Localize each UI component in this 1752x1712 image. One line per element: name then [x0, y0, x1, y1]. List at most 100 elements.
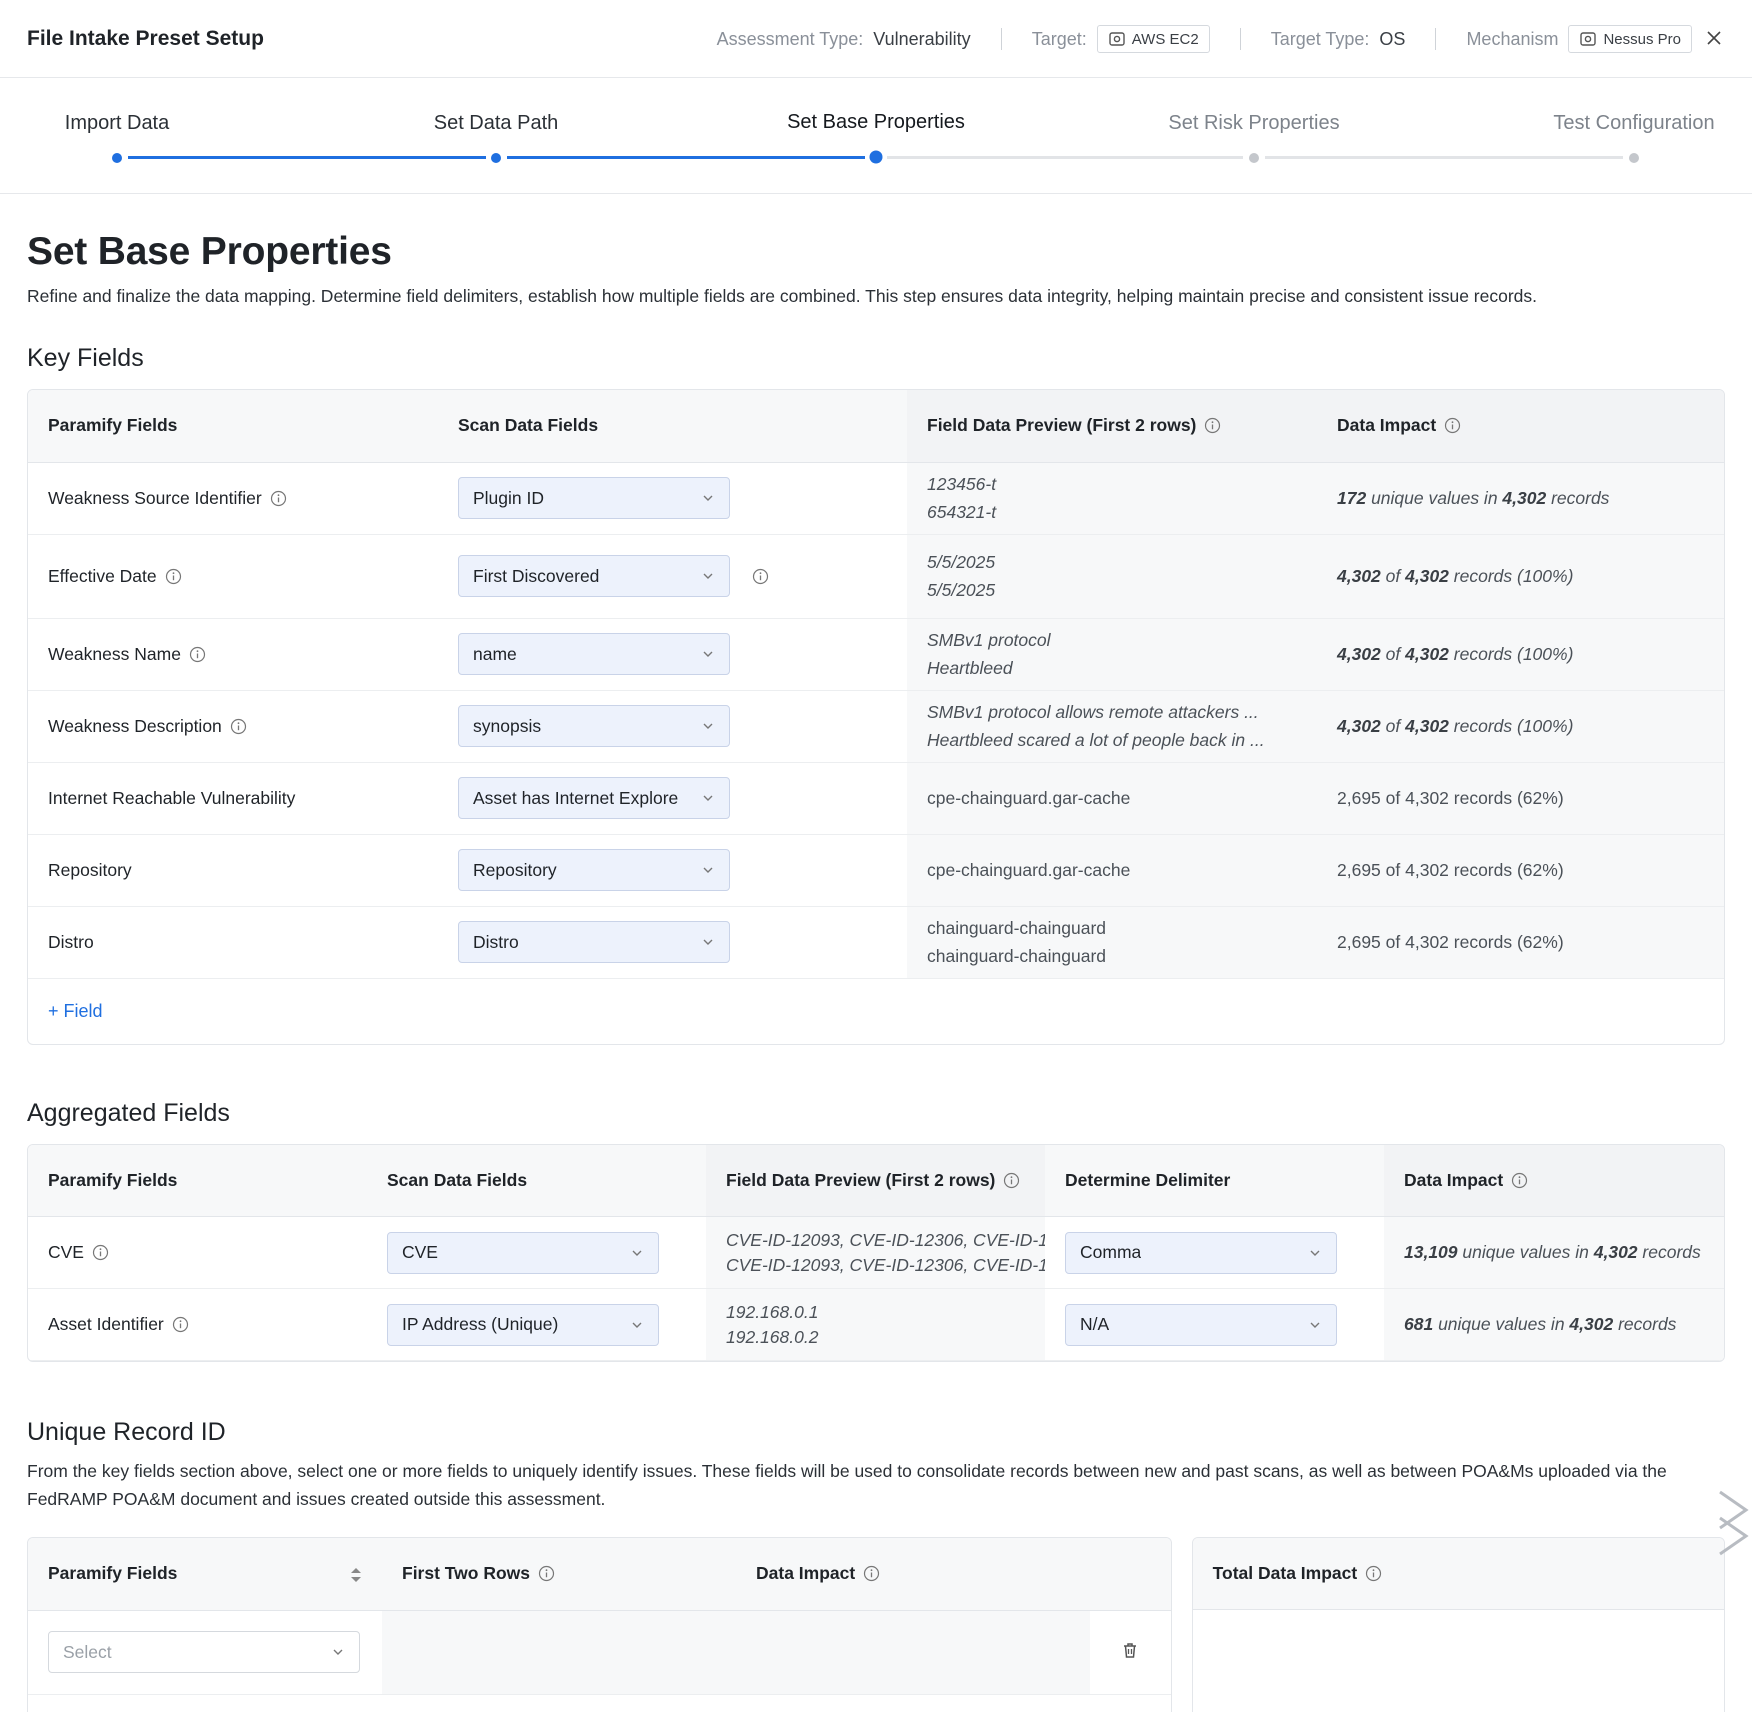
info-icon[interactable]: [1444, 417, 1461, 434]
sort-icon[interactable]: [350, 1566, 362, 1584]
assessment-type-value: Vulnerability: [873, 28, 971, 49]
paramify-field-cell: Weakness Description: [28, 690, 438, 763]
close-button[interactable]: [1700, 24, 1728, 52]
field-name: Asset Identifier: [48, 1314, 164, 1334]
delimiter-select[interactable]: N/A: [1065, 1303, 1337, 1346]
info-icon[interactable]: [189, 646, 206, 663]
info-icon[interactable]: [752, 568, 769, 585]
preview-line: SMBv1 protocol allows remote attackers .…: [927, 702, 1259, 722]
table-row: Internet Reachable Vulnerability Asset h…: [28, 762, 1724, 835]
key-fields-title: Key Fields: [27, 344, 144, 372]
preview-line: cpe-chainguard.gar-cache: [927, 860, 1131, 880]
scan-field-select[interactable]: Repository: [458, 849, 730, 891]
scan-field-select[interactable]: CVE: [387, 1231, 659, 1274]
scan-field-select[interactable]: Distro: [458, 921, 730, 963]
add-field-button[interactable]: + Field: [28, 979, 1724, 1044]
column-header: Data Impact: [1317, 390, 1724, 463]
main-content: Set Base Properties Refine and finalize …: [0, 230, 1752, 1712]
field-name: CVE: [48, 1242, 84, 1262]
scan-field-select[interactable]: Plugin ID: [458, 477, 730, 519]
data-impact-text: 2,695 of 4,302 records (62%): [1337, 787, 1564, 808]
info-icon[interactable]: [165, 568, 182, 585]
data-impact-text: 681 unique values in 4,302 records: [1404, 1314, 1677, 1334]
scan-field-select[interactable]: name: [458, 633, 730, 675]
data-impact-text: 2,695 of 4,302 records (62%): [1337, 859, 1564, 880]
step-import-data[interactable]: Import Data: [65, 112, 169, 135]
info-icon[interactable]: [538, 1565, 555, 1582]
divider: [1000, 28, 1002, 50]
column-header: Scan Data Fields: [438, 390, 907, 463]
column-header: Paramify Fields: [28, 1144, 367, 1217]
chevron-down-icon: [632, 1322, 642, 1328]
preview-line: 5/5/2025: [927, 552, 996, 572]
preview-cell: 5/5/2025 5/5/2025: [907, 534, 1317, 619]
info-icon[interactable]: [92, 1244, 109, 1261]
preview-cell: cpe-chainguard.gar-cache: [907, 762, 1317, 835]
preview-cell: CVE-ID-12093, CVE-ID-12306, CVE-ID-120 CV…: [706, 1216, 1045, 1289]
info-icon[interactable]: [230, 718, 247, 735]
info-icon[interactable]: [1511, 1172, 1528, 1189]
field-name: Weakness Description: [48, 715, 222, 736]
scan-field-select[interactable]: Asset has Internet Explore: [458, 777, 730, 819]
chevron-down-icon: [703, 939, 713, 945]
step-set-risk-properties[interactable]: Set Risk Properties: [1168, 112, 1339, 135]
aggregated-fields-table: Paramify Fields Scan Data Fields Field D…: [27, 1143, 1725, 1362]
preview-cell: chainguard-chainguard chainguard-chaingua…: [907, 906, 1317, 979]
field-name: Internet Reachable Vulnerability: [48, 787, 296, 808]
data-impact-cell: 172 unique values in 4,302 records: [1317, 462, 1724, 535]
data-impact-text: 4,302 of 4,302 records (100%): [1337, 715, 1574, 736]
scan-field-select[interactable]: First Discovered: [458, 555, 730, 597]
preview-line: Heartbleed scared a lot of people back i…: [927, 730, 1265, 750]
field-name: Weakness Name: [48, 643, 181, 664]
paramify-field-cell: Weakness Name: [28, 618, 438, 691]
scan-field-cell: Plugin ID: [438, 462, 907, 535]
data-impact-cell: 681 unique values in 4,302 records: [1384, 1288, 1724, 1361]
chevron-down-icon: [1310, 1322, 1320, 1328]
column-header: [1090, 1538, 1171, 1611]
field-name: Distro: [48, 931, 94, 952]
data-impact-text: 4,302 of 4,302 records (100%): [1337, 643, 1574, 664]
info-icon[interactable]: [172, 1316, 189, 1333]
data-impact-cell: 13,109 unique values in 4,302 records: [1384, 1216, 1724, 1289]
preview-line: 192.168.0.2: [726, 1326, 819, 1347]
scan-field-cell: First Discovered: [438, 534, 907, 619]
step-test-configuration[interactable]: Test Configuration: [1553, 112, 1714, 135]
trash-icon[interactable]: [1120, 1640, 1140, 1660]
preview-line: Heartbleed: [927, 658, 1013, 678]
paramify-field-cell: Effective Date: [28, 534, 438, 619]
preview-line: 5/5/2025: [927, 580, 996, 600]
chevron-down-icon: [703, 495, 713, 501]
info-icon[interactable]: [1365, 1565, 1382, 1582]
info-icon[interactable]: [863, 1565, 880, 1582]
stepper: Import Data Set Data Path Set Base Prope…: [0, 78, 1752, 194]
paramify-field-select[interactable]: Select: [48, 1631, 360, 1673]
info-icon[interactable]: [270, 490, 287, 507]
scan-field-cell: IP Address (Unique): [367, 1288, 706, 1361]
info-icon[interactable]: [1003, 1172, 1020, 1189]
paramify-field-cell: Weakness Source Identifier: [28, 462, 438, 535]
delimiter-select[interactable]: Comma: [1065, 1231, 1337, 1274]
step-set-base-properties[interactable]: Set Base Properties: [787, 111, 965, 134]
preview-cell: SMBv1 protocol allows remote attackers .…: [907, 690, 1317, 763]
chevron-down-icon: [1310, 1250, 1320, 1256]
column-header: Scan Data Fields: [367, 1144, 706, 1217]
column-header: Data Impact: [1384, 1144, 1724, 1217]
unique-record-table: Paramify Fields First Two Rows Data Impa…: [27, 1537, 1172, 1712]
data-impact-text: 2,695 of 4,302 records (62%): [1337, 931, 1564, 952]
column-header: First Two Rows: [382, 1538, 736, 1611]
preview-line: cpe-chainguard.gar-cache: [927, 788, 1131, 808]
scan-field-select[interactable]: synopsis: [458, 705, 730, 747]
step-dot: [1629, 153, 1639, 163]
table-row: Weakness Name name SMBv1 protocol Heartbl…: [28, 618, 1724, 691]
info-icon[interactable]: [1204, 417, 1221, 434]
scan-field-select[interactable]: IP Address (Unique): [387, 1303, 659, 1346]
step-set-data-path[interactable]: Set Data Path: [434, 112, 559, 135]
step-connector: [1265, 156, 1623, 159]
data-impact-text: 4,302 of 4,302 records (100%): [1337, 565, 1574, 586]
window-title: File Intake Preset Setup: [27, 26, 264, 50]
assessment-type-label: Assessment Type:: [716, 28, 864, 49]
paramify-field-cell: Asset Identifier: [28, 1288, 367, 1361]
step-dot-current: [869, 150, 883, 164]
field-name: Repository: [48, 859, 132, 880]
scan-field-cell: name: [438, 618, 907, 691]
